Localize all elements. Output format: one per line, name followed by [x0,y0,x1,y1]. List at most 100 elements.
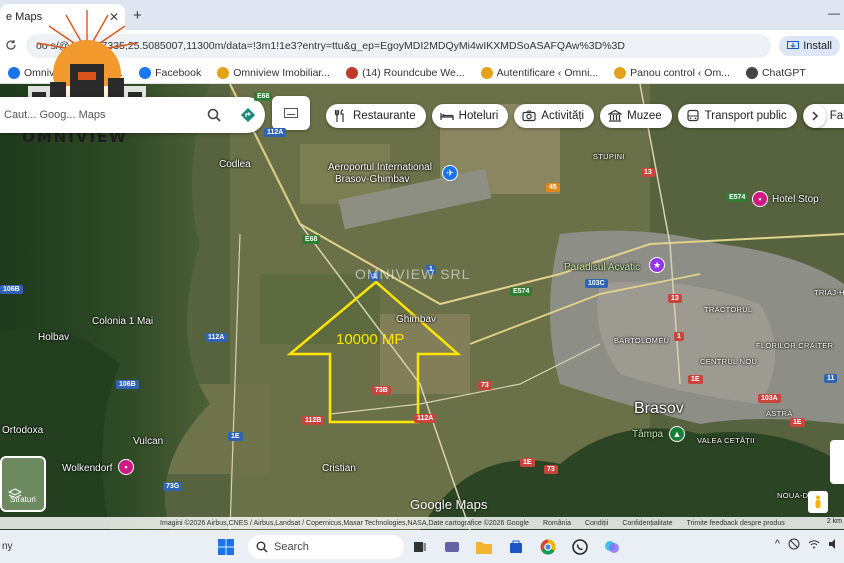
airport-icon[interactable]: ✈ [442,165,458,181]
chip-activități[interactable]: Activități [514,104,595,128]
place-wolkendorf[interactable]: Wolkendorf [62,463,112,474]
bookmark-favicon-icon [614,66,627,79]
bookmark-item[interactable]: (14) Roundcube We... [338,66,473,79]
place-astra[interactable]: ASTRA [766,409,793,418]
road-shield: 73G [163,482,183,491]
install-icon [787,41,800,49]
chip-hoteluri[interactable]: Hoteluri [431,104,509,128]
copilot-icon[interactable] [600,536,624,558]
place-centrul-nou[interactable]: CENTRUL NOU [700,357,757,366]
place-valea[interactable]: VALEA CETĂȚII [697,436,755,445]
start-icon[interactable] [214,536,238,558]
chip-label: Hoteluri [458,110,499,122]
road-shield: 11 [824,374,838,383]
place-colonia[interactable]: Colonia 1 Mai [92,316,153,327]
teams-icon[interactable] [440,536,464,558]
place-airport-line1[interactable]: Aeroportul International [328,162,432,173]
place-noua[interactable]: NOUA-D [777,491,808,500]
place-ortodoxa[interactable]: Ortodoxa [2,425,43,436]
bookmark-item[interactable]: Autentificare ‹ Omni... [473,66,607,79]
taskbar-search[interactable]: Search [248,534,404,559]
road-shield: E68 [254,92,273,101]
attribution-link[interactable]: România [543,520,571,527]
bookmark-favicon-icon [346,66,359,79]
search-input[interactable]: Caut... Goog... Maps [4,109,197,121]
directions-icon[interactable] [231,98,265,132]
store-icon[interactable] [504,536,528,558]
attribution-link[interactable]: Condiții [585,520,608,527]
taskbar-search-label: Search [274,540,309,553]
attribution-link[interactable]: Trimite feedback despre produs [687,520,785,527]
chip-muzee[interactable]: Muzee [600,104,672,128]
place-vulcan[interactable]: Vulcan [133,436,163,447]
place-tractorul[interactable]: TRACTORUL [704,305,752,314]
lodging-icon[interactable]: ▪ [118,459,134,475]
park-icon[interactable]: ▲ [669,426,685,442]
chip-transport-public[interactable]: Transport public [677,104,797,128]
road-shield: 73 [544,465,558,474]
bookmark-favicon-icon [745,66,758,79]
road-shield: 1E [520,458,535,467]
bookmark-label: Omniview Imobiliar... [233,66,331,79]
road-shield: E68 [302,235,321,244]
system-tray: ^ [775,538,840,550]
place-hotel-stop[interactable]: Hotel Stop [772,194,819,205]
camera-icon [522,110,536,122]
chip-label: Restaurante [353,110,416,122]
bookmark-label: Panou control ‹ Om... [630,66,730,79]
road-shield: 1E [228,432,243,441]
layers-toggle[interactable]: Straturi [0,456,46,512]
bookmark-favicon-icon [217,66,230,79]
chip-restaurante[interactable]: Restaurante [326,104,426,128]
install-button[interactable]: Install [779,36,840,56]
place-bartolomeu[interactable]: BARTOLOMEU [614,336,669,345]
road-shield: 13 [641,168,655,177]
wifi-icon[interactable] [808,538,820,550]
place-ghimbav[interactable]: Ghimbav [396,314,436,325]
reload-icon[interactable] [0,39,22,54]
fork-knife-icon [334,109,344,122]
chrome-icon[interactable] [536,536,560,558]
place-paradisul[interactable]: Paradisul Acvatic [564,262,640,273]
place-codlea[interactable]: Codlea [219,159,251,170]
place-cristian[interactable]: Cristian [322,463,356,474]
road-shield: 112B [302,416,325,425]
hotel-icon[interactable]: ▪ [752,191,768,207]
search-icon[interactable] [197,98,231,132]
place-holbav[interactable]: Holbav [38,332,69,343]
file-explorer-icon[interactable] [472,536,496,558]
pegman-icon[interactable] [808,491,828,513]
volume-icon[interactable] [828,538,840,550]
road-shield: 112A [414,414,437,423]
place-triaj[interactable]: TRIAJ-H [814,288,844,297]
map-scale: 2 km [826,518,842,525]
google-maps-logo: Google Maps [410,497,488,512]
windows-taskbar: ny Search ^ [0,530,844,563]
attribution-link[interactable]: Confidențialitate [622,520,672,527]
tray-chevron-icon[interactable]: ^ [775,538,780,550]
road-shield: 103C [585,279,608,288]
waterpark-icon[interactable]: ★ [649,257,665,273]
network-off-icon[interactable] [788,538,800,550]
bookmark-item[interactable]: Panou control ‹ Om... [606,66,738,79]
minimize-button[interactable]: — [828,6,840,20]
map-controls[interactable] [830,440,844,484]
chevron-right-icon [812,111,819,121]
bus-icon [687,109,699,122]
place-stupini[interactable]: STUPINI [593,152,625,161]
whatsapp-icon[interactable] [568,536,592,558]
chips-next-button[interactable] [804,104,826,128]
arrow-label: 10000 MP [336,331,405,348]
place-airport-line2[interactable]: Brasov-Ghimbav [335,174,409,185]
place-brasov[interactable]: Brasov [634,400,684,418]
install-label: Install [803,40,832,52]
bookmark-item[interactable]: Omniview Imobiliar... [209,66,338,79]
place-florilor[interactable]: FLORILOR CRAITER [756,341,833,350]
place-tampa[interactable]: Tâmpa [632,429,663,440]
bed-icon [440,113,454,120]
bookmark-item[interactable]: ChatGPT [738,66,814,79]
map-search-box[interactable]: Caut... Goog... Maps [0,97,265,133]
bookmark-label: Facebook [155,66,202,79]
menu-toggle-button[interactable] [272,96,310,130]
task-view-icon[interactable] [408,536,432,558]
